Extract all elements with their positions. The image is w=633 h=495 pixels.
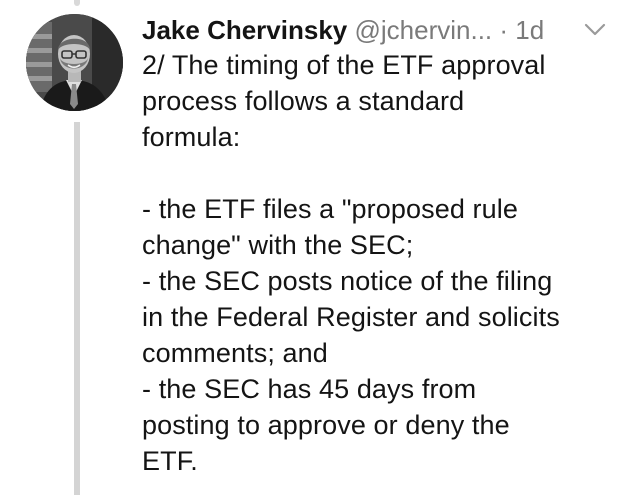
tweet-timestamp[interactable]: 1d (515, 15, 544, 45)
avatar[interactable] (26, 14, 123, 111)
author-name[interactable]: Jake Chervinsky (142, 15, 347, 45)
tweet-header: Jake Chervinsky @jchervin... · 1d (142, 12, 544, 48)
header-separator: · (499, 15, 509, 45)
author-handle[interactable]: @jchervin... (354, 15, 492, 45)
thread-line-top (74, 0, 80, 6)
avatar-image (26, 14, 123, 111)
thread-line (74, 122, 80, 495)
chevron-down-icon[interactable] (582, 20, 608, 40)
tweet-text: 2/ The timing of the ETF approval proces… (142, 50, 560, 476)
tweet[interactable]: Jake Chervinsky @jchervin... · 1d 2/ The… (0, 0, 633, 495)
